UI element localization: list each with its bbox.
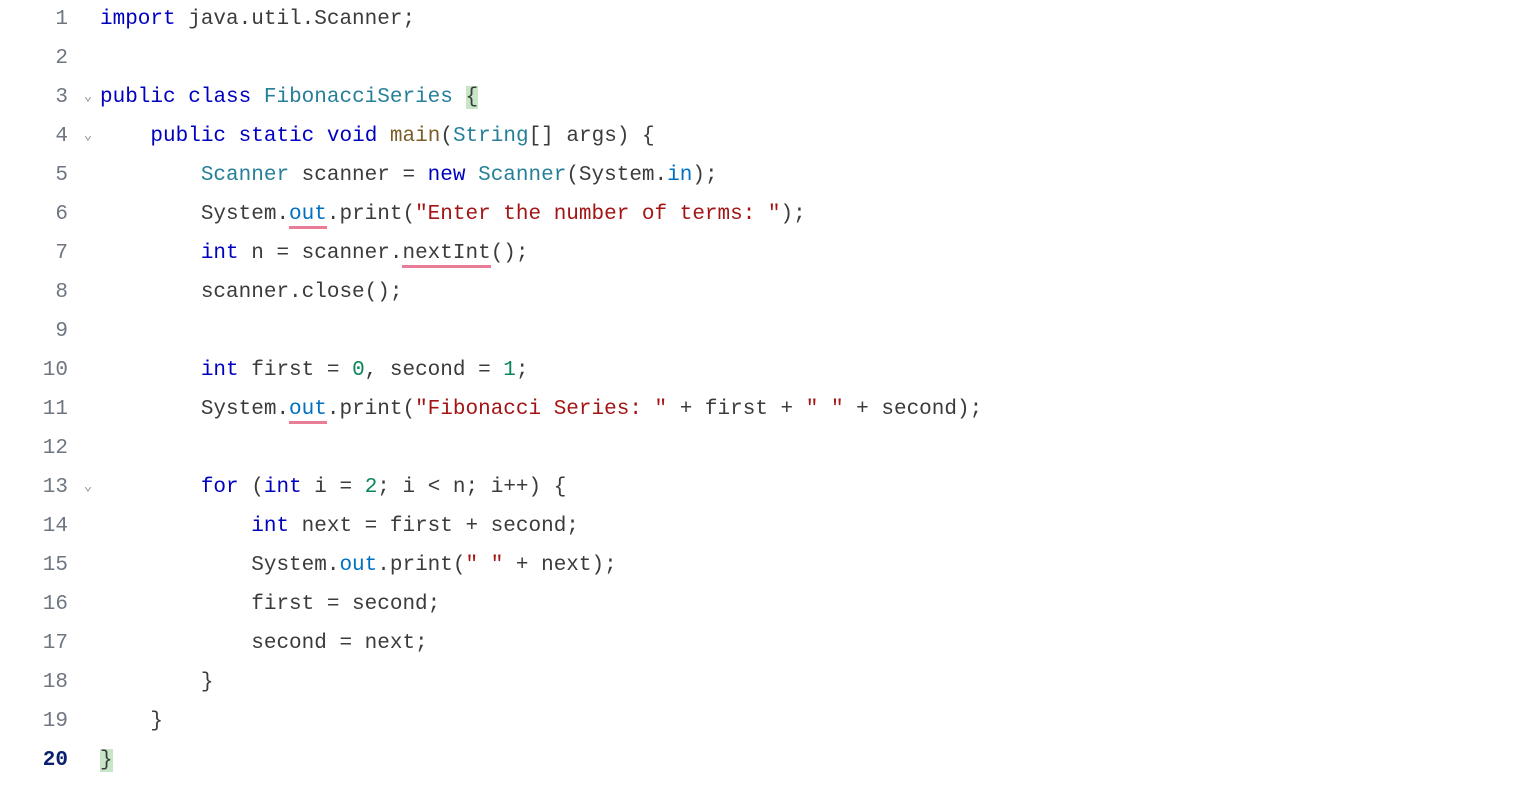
chevron-down-icon: ⌄ (84, 468, 92, 507)
code-content: int first = 0, second = 1; (100, 351, 1536, 390)
code-content: for (int i = 2; i < n; i++) { (100, 468, 1536, 507)
line-number: 8 (0, 273, 76, 312)
fold-toggle[interactable]: ⌄ (76, 78, 100, 117)
fold-gutter (76, 702, 100, 741)
code-line[interactable]: 9 (0, 312, 1536, 351)
line-number: 3 (0, 78, 76, 117)
code-content (100, 39, 1536, 78)
fold-gutter (76, 390, 100, 429)
code-content: public static void main(String[] args) { (100, 117, 1536, 156)
code-content: System.out.print("Enter the number of te… (100, 195, 1536, 234)
code-line[interactable]: 5 Scanner scanner = new Scanner(System.i… (0, 156, 1536, 195)
fold-gutter (76, 156, 100, 195)
line-number: 11 (0, 390, 76, 429)
line-number: 7 (0, 234, 76, 273)
fold-gutter (76, 195, 100, 234)
line-number: 10 (0, 351, 76, 390)
code-content: int next = first + second; (100, 507, 1536, 546)
line-number: 5 (0, 156, 76, 195)
code-content: Scanner scanner = new Scanner(System.in)… (100, 156, 1536, 195)
code-content: System.out.print(" " + next); (100, 546, 1536, 585)
line-number: 20 (0, 741, 76, 780)
code-line[interactable]: 2 (0, 39, 1536, 78)
fold-toggle[interactable]: ⌄ (76, 117, 100, 156)
fold-gutter (76, 624, 100, 663)
code-content: second = next; (100, 624, 1536, 663)
line-number: 17 (0, 624, 76, 663)
code-editor[interactable]: 1 import java.util.Scanner; 2 3 ⌄ public… (0, 0, 1536, 806)
code-content: } (100, 702, 1536, 741)
code-line[interactable]: 15 System.out.print(" " + next); (0, 546, 1536, 585)
code-line[interactable]: 16 first = second; (0, 585, 1536, 624)
line-number: 15 (0, 546, 76, 585)
line-number: 12 (0, 429, 76, 468)
fold-gutter (76, 0, 100, 39)
line-number: 4 (0, 117, 76, 156)
fold-toggle[interactable]: ⌄ (76, 468, 100, 507)
fold-gutter (76, 312, 100, 351)
fold-gutter (76, 663, 100, 702)
fold-gutter (76, 507, 100, 546)
code-line[interactable]: 14 int next = first + second; (0, 507, 1536, 546)
line-number: 16 (0, 585, 76, 624)
line-number: 1 (0, 0, 76, 39)
fold-gutter (76, 429, 100, 468)
code-line[interactable]: 19 } (0, 702, 1536, 741)
code-line[interactable]: 18 } (0, 663, 1536, 702)
lint-underline: nextInt (402, 242, 490, 268)
code-line[interactable]: 6 System.out.print("Enter the number of … (0, 195, 1536, 234)
code-line[interactable]: 13 ⌄ for (int i = 2; i < n; i++) { (0, 468, 1536, 507)
code-content: } (100, 663, 1536, 702)
code-content: } (100, 741, 1536, 780)
line-number: 18 (0, 663, 76, 702)
fold-gutter (76, 351, 100, 390)
code-line[interactable]: 20 } (0, 741, 1536, 780)
code-content: scanner.close(); (100, 273, 1536, 312)
code-line[interactable]: 11 System.out.print("Fibonacci Series: "… (0, 390, 1536, 429)
line-number: 2 (0, 39, 76, 78)
code-content (100, 429, 1536, 468)
lint-underline: out (289, 398, 327, 424)
lint-underline: out (289, 203, 327, 229)
line-number: 9 (0, 312, 76, 351)
code-line[interactable]: 7 int n = scanner.nextInt(); (0, 234, 1536, 273)
chevron-down-icon: ⌄ (84, 78, 92, 117)
line-number: 6 (0, 195, 76, 234)
code-line[interactable]: 4 ⌄ public static void main(String[] arg… (0, 117, 1536, 156)
code-line[interactable]: 12 (0, 429, 1536, 468)
line-number: 19 (0, 702, 76, 741)
code-line[interactable]: 1 import java.util.Scanner; (0, 0, 1536, 39)
code-line[interactable]: 3 ⌄ public class FibonacciSeries { (0, 78, 1536, 117)
code-content (100, 312, 1536, 351)
fold-gutter (76, 39, 100, 78)
code-content: int n = scanner.nextInt(); (100, 234, 1536, 273)
chevron-down-icon: ⌄ (84, 117, 92, 156)
fold-gutter (76, 546, 100, 585)
code-content: public class FibonacciSeries { (100, 78, 1536, 117)
code-content: System.out.print("Fibonacci Series: " + … (100, 390, 1536, 429)
code-content: first = second; (100, 585, 1536, 624)
fold-gutter (76, 273, 100, 312)
line-number: 13 (0, 468, 76, 507)
code-line[interactable]: 10 int first = 0, second = 1; (0, 351, 1536, 390)
fold-gutter (76, 234, 100, 273)
code-line[interactable]: 8 scanner.close(); (0, 273, 1536, 312)
code-line[interactable]: 17 second = next; (0, 624, 1536, 663)
line-number: 14 (0, 507, 76, 546)
fold-gutter (76, 585, 100, 624)
fold-gutter (76, 741, 100, 780)
code-content: import java.util.Scanner; (100, 0, 1536, 39)
